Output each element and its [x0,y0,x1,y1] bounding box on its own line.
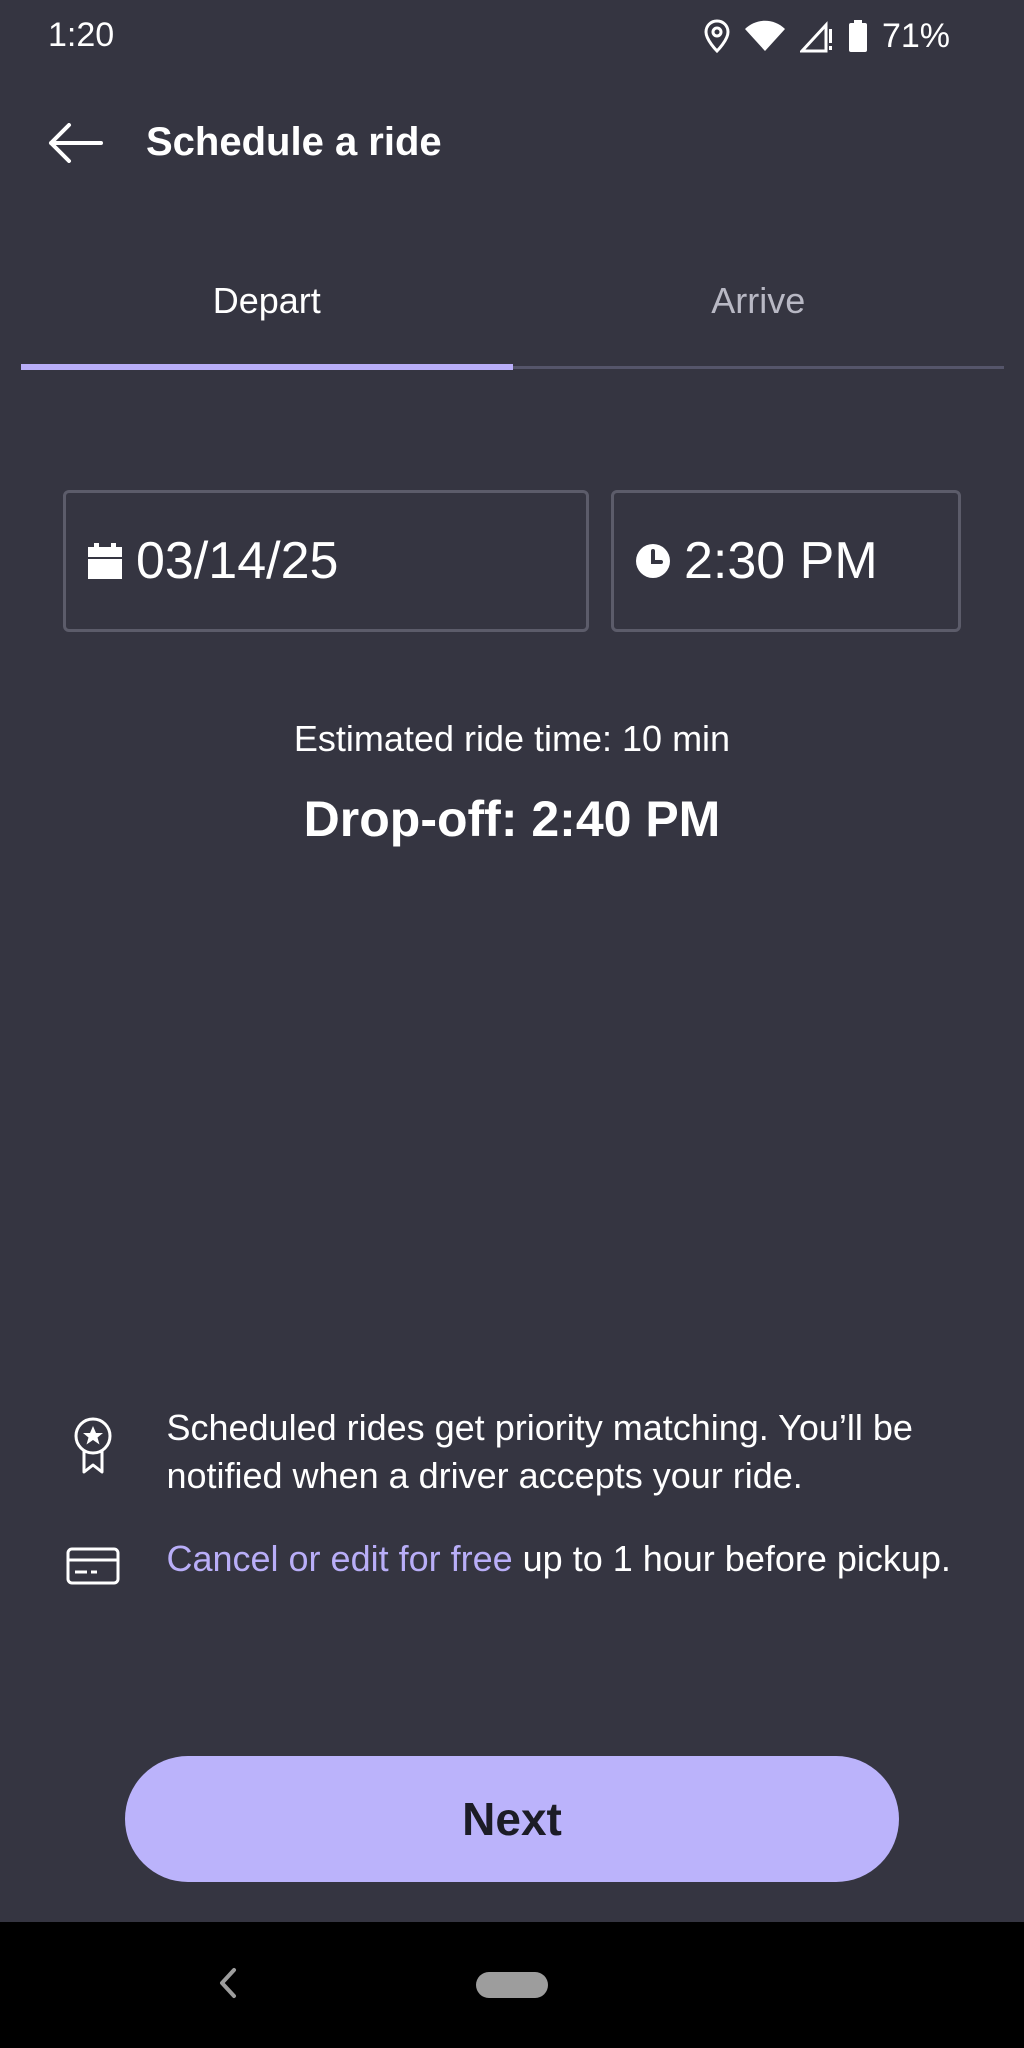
nav-back-button[interactable] [208,1960,248,2010]
date-field[interactable]: 03/14/25 [63,490,589,632]
time-value: 2:30 PM [684,532,878,590]
cancel-edit-link[interactable]: Cancel or edit for free [166,1538,512,1579]
battery-icon [848,19,868,53]
back-button[interactable] [40,118,110,172]
cancel-text-rest: up to 1 hour before pickup. [512,1538,951,1579]
tab-depart[interactable]: Depart [21,260,513,370]
status-bar: 1:20 71% [0,0,1024,74]
wifi-icon [744,20,786,52]
status-icons: 71% [704,14,950,58]
chevron-left-icon [218,1967,238,2004]
date-value: 03/14/25 [136,532,339,590]
time-field[interactable]: 2:30 PM [611,490,961,632]
arrow-left-icon [47,122,103,168]
schedule-ride-screen: 1:20 71% Schedule a ride Depart Arrive 0… [0,0,1024,2048]
status-time: 1:20 [48,16,115,54]
priority-info: Scheduled rides get priority matching. Y… [60,1404,960,1500]
system-nav-bar [0,1922,1024,2048]
battery-percentage: 71% [881,16,950,55]
credit-card-icon [60,1535,125,1587]
clock-icon [634,542,672,580]
cancel-info: Cancel or edit for free up to 1 hour bef… [60,1535,960,1587]
award-badge-icon [60,1404,125,1500]
nav-home-button[interactable] [476,1972,548,1998]
location-icon [704,19,730,53]
cancel-text: Cancel or edit for free up to 1 hour bef… [166,1535,960,1587]
next-button[interactable]: Next [125,1756,899,1882]
header: Schedule a ride [0,100,1024,190]
dropoff-time: Drop-off: 2:40 PM [303,791,721,847]
tab-arrive[interactable]: Arrive [513,260,1005,366]
calendar-icon [86,541,124,581]
priority-text: Scheduled rides get priority matching. Y… [166,1407,913,1496]
signal-icon [799,19,834,53]
page-title: Schedule a ride [146,120,442,164]
tab-bar: Depart Arrive [21,260,1005,370]
estimated-ride-time: Estimated ride time: 10 min [293,718,731,759]
